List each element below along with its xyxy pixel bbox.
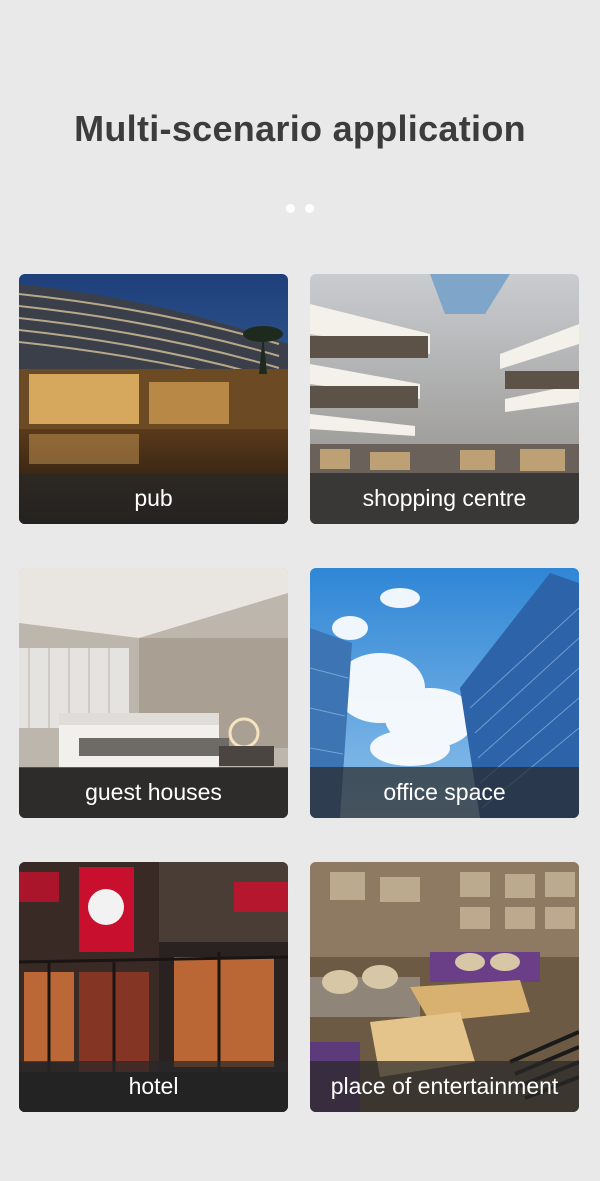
caption-bar: hotel (19, 1061, 288, 1112)
caption-bar: shopping centre (310, 473, 579, 524)
carousel-dot-1[interactable] (286, 204, 295, 213)
caption-bar: office space (310, 767, 579, 818)
caption-bar: pub (19, 473, 288, 524)
caption-bar: place of entertainment (310, 1061, 579, 1112)
scenario-card-place-of-entertainment[interactable]: place of entertainment (310, 862, 579, 1112)
scenario-label: pub (134, 485, 173, 511)
scenario-card-hotel[interactable]: hotel (19, 862, 288, 1112)
scenario-label: office space (383, 779, 506, 805)
scenario-card-office-space[interactable]: office space (310, 568, 579, 818)
carousel-dots[interactable] (0, 200, 600, 218)
scenario-card-shopping-centre[interactable]: shopping centre (310, 274, 579, 524)
scenario-label: guest houses (85, 779, 222, 805)
scenario-card-pub[interactable]: pub (19, 274, 288, 524)
carousel-dot-2[interactable] (305, 204, 314, 213)
page-title: Multi-scenario application (74, 108, 526, 149)
scenario-card-guest-houses[interactable]: guest houses (19, 568, 288, 818)
scenario-label: shopping centre (362, 485, 527, 511)
scenario-label: place of entertainment (330, 1073, 559, 1099)
caption-bar: guest houses (19, 767, 288, 818)
scenario-label: hotel (128, 1073, 179, 1099)
